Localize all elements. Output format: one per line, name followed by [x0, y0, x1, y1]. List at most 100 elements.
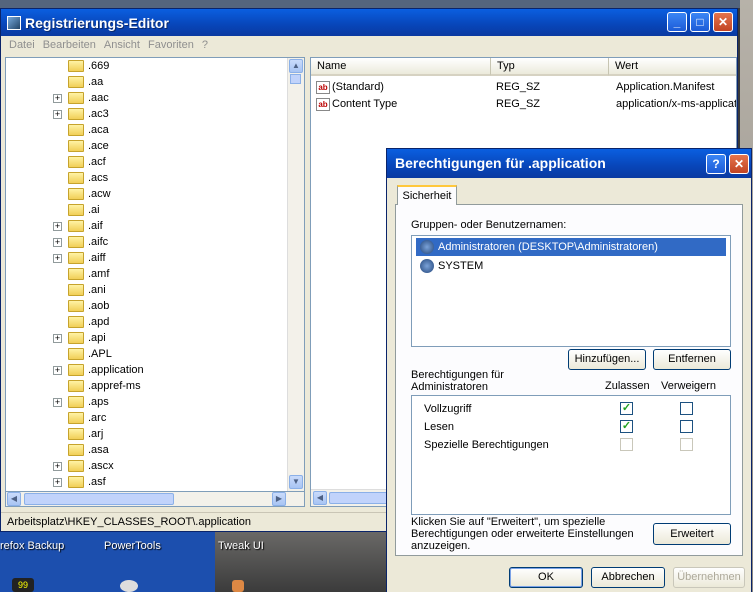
tree-item[interactable]: .arj	[6, 426, 286, 442]
scroll-left-button[interactable]: ◀	[313, 491, 327, 505]
menu-ansicht[interactable]: Ansicht	[104, 39, 140, 51]
dialog-close-button[interactable]: ✕	[729, 154, 749, 174]
scroll-up-button[interactable]: ▲	[289, 59, 303, 73]
tree-item[interactable]: + .aps	[6, 394, 286, 410]
groups-label: Gruppen- oder Benutzernamen:	[411, 219, 567, 231]
permissions-label: Berechtigungen für Administratoren	[411, 369, 504, 393]
scroll-thumb[interactable]	[329, 492, 389, 504]
help-button[interactable]: ?	[706, 154, 726, 174]
tree-item[interactable]: .aob	[6, 298, 286, 314]
tree-vertical-scrollbar[interactable]: ▲ ▼	[287, 58, 304, 506]
permissions-dialog: Berechtigungen für .application ? ✕ Sich…	[386, 148, 752, 592]
tree-item-label: .APL	[88, 348, 112, 360]
column-header-value[interactable]: Wert	[609, 58, 736, 76]
tab-security[interactable]: Sicherheit	[397, 185, 457, 205]
tree-item[interactable]: .aca	[6, 122, 286, 138]
close-button[interactable]: ✕	[713, 12, 733, 32]
tree-horizontal-scrollbar[interactable]: ◀ ▶	[5, 491, 305, 507]
key-tree[interactable]: ▲ ▼ .669 .aa + .aac + .ac3 .aca .ace .acf .acs .ac…	[5, 57, 305, 507]
tree-item[interactable]: + .api	[6, 330, 286, 346]
tree-item[interactable]: .aa	[6, 74, 286, 90]
desktop-app-icon[interactable]: 99	[12, 578, 34, 592]
tree-item[interactable]: .ai	[6, 202, 286, 218]
expand-icon[interactable]: +	[53, 461, 62, 471]
tree-item-label: .arj	[88, 428, 104, 440]
menu-favoriten[interactable]: Favoriten	[148, 39, 194, 51]
tree-item[interactable]: + .ascx	[6, 458, 286, 474]
expand-icon[interactable]: +	[53, 253, 62, 263]
tree-item[interactable]: + .aac	[6, 90, 286, 106]
scroll-left-button[interactable]: ◀	[7, 492, 21, 506]
scroll-thumb[interactable]	[290, 74, 301, 84]
scroll-right-button[interactable]: ▶	[272, 492, 286, 506]
tree-item-label: .aifc	[88, 236, 109, 248]
tree-item[interactable]: .amf	[6, 266, 286, 282]
maximize-button[interactable]: □	[690, 12, 710, 32]
desktop-app-icon[interactable]	[120, 580, 138, 592]
tree-item[interactable]: .asa	[6, 442, 286, 458]
tree-item[interactable]: .acf	[6, 154, 286, 170]
advanced-hint-line: Berechtigungen oder erweiterte Einstellu…	[411, 528, 634, 540]
tree-item[interactable]: + .ac3	[6, 106, 286, 122]
tree-item[interactable]: + .aif	[6, 218, 286, 234]
expand-icon[interactable]: +	[53, 237, 62, 247]
desktop-icon-label[interactable]: refox Backup	[0, 540, 64, 552]
scroll-down-button[interactable]: ▼	[289, 475, 303, 489]
tree-item[interactable]: + .asf	[6, 474, 286, 490]
expand-icon[interactable]: +	[53, 477, 62, 487]
remove-button[interactable]: Entfernen	[653, 349, 731, 370]
expand-icon[interactable]: +	[53, 397, 62, 407]
desktop-icon-label[interactable]: Tweak UI	[218, 540, 264, 552]
tree-item[interactable]: .appref-ms	[6, 378, 286, 394]
deny-checkbox[interactable]	[680, 420, 693, 433]
menu-datei[interactable]: Datei	[9, 39, 35, 51]
menu-help[interactable]: ?	[202, 39, 208, 51]
expand-icon[interactable]: +	[53, 365, 62, 375]
folder-icon	[68, 60, 84, 72]
apply-button[interactable]: Übernehmen	[673, 567, 745, 588]
allow-checkbox[interactable]: ✓	[620, 420, 633, 433]
menu-bearbeiten[interactable]: Bearbeiten	[43, 39, 96, 51]
user-item-system[interactable]: SYSTEM	[416, 257, 726, 275]
tree-item[interactable]: .ani	[6, 282, 286, 298]
tree-item-label: .ai	[88, 204, 100, 216]
tree-item[interactable]: .arc	[6, 410, 286, 426]
regedit-titlebar[interactable]: Registrierungs-Editor	[1, 9, 737, 36]
tree-item[interactable]: + .application	[6, 362, 286, 378]
column-header-name[interactable]: Name	[311, 58, 491, 76]
expand-icon[interactable]: +	[53, 109, 62, 119]
tree-item[interactable]: .669	[6, 58, 286, 74]
allow-checkbox[interactable]: ✓	[620, 402, 633, 415]
value-row[interactable]: ab (Standard)	[316, 79, 384, 95]
column-header-type[interactable]: Typ	[491, 58, 609, 76]
expand-icon[interactable]: +	[53, 221, 62, 231]
desktop-icon-label[interactable]: PowerTools	[104, 540, 161, 552]
tree-item[interactable]: + .aifc	[6, 234, 286, 250]
folder-icon	[68, 108, 84, 120]
minimize-button[interactable]: _	[667, 12, 687, 32]
tree-item[interactable]: .ace	[6, 138, 286, 154]
user-item-administrators[interactable]: Administratoren (DESKTOP\Administratoren…	[416, 238, 726, 256]
tree-item[interactable]: + .aiff	[6, 250, 286, 266]
dialog-titlebar[interactable]: Berechtigungen für .application	[387, 149, 751, 178]
expand-icon[interactable]: +	[53, 93, 62, 103]
tree-item[interactable]: .acw	[6, 186, 286, 202]
tree-item-label: .acw	[88, 188, 111, 200]
scroll-thumb[interactable]	[24, 493, 174, 505]
deny-checkbox[interactable]	[680, 402, 693, 415]
value-row[interactable]: ab Content Type	[316, 96, 397, 112]
users-list[interactable]: Administratoren (DESKTOP\Administratoren…	[411, 235, 731, 347]
tree-item[interactable]: .APL	[6, 346, 286, 362]
advanced-button[interactable]: Erweitert	[653, 523, 731, 545]
allow-checkbox[interactable]	[620, 438, 633, 451]
desktop-app-icon[interactable]	[232, 580, 244, 592]
tree-item[interactable]: .acs	[6, 170, 286, 186]
ok-button[interactable]: OK	[509, 567, 583, 588]
expand-icon[interactable]: +	[53, 333, 62, 343]
tree-item-label: .application	[88, 364, 144, 376]
deny-checkbox[interactable]	[680, 438, 693, 451]
permission-name: Spezielle Berechtigungen	[424, 439, 549, 451]
cancel-button[interactable]: Abbrechen	[591, 567, 665, 588]
add-button[interactable]: Hinzufügen...	[568, 349, 646, 370]
tree-item[interactable]: .apd	[6, 314, 286, 330]
